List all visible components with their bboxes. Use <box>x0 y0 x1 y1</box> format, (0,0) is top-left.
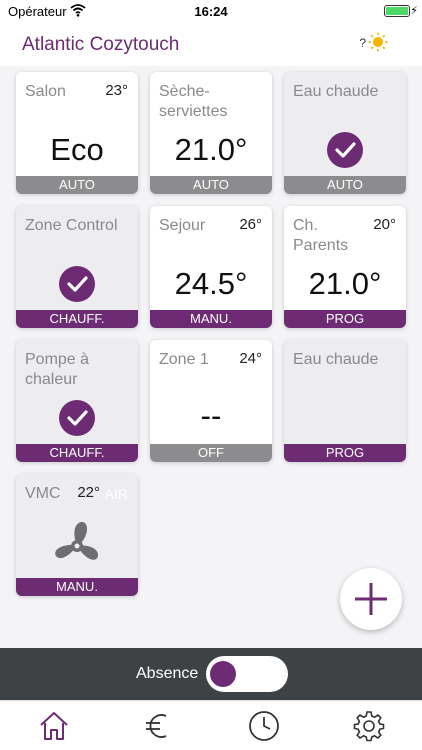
tile-mode: PROG <box>284 310 406 328</box>
tile-sejour[interactable]: Sejour 26° 24.5° MANU. <box>150 206 272 328</box>
tile-name: Pompe à chaleur <box>25 351 90 388</box>
absence-bar: Absence <box>0 648 422 700</box>
tile-name: Sejour <box>159 217 206 234</box>
tile-air-label: AIR <box>104 486 128 502</box>
app-title: Atlantic Cozytouch <box>22 34 180 55</box>
tile-name: Eau chaude <box>293 83 379 100</box>
toggle-knob <box>210 661 236 687</box>
tile-ch-parents[interactable]: Ch. Parents 20° 21.0° PROG <box>284 206 406 328</box>
charging-icon: ⚡ <box>410 5 418 17</box>
check-icon <box>59 400 95 436</box>
tile-pompe-a-chaleur[interactable]: Pompe à chaleur CHAUFF. <box>16 340 138 462</box>
tile-eau-chaude-2[interactable]: Eau chaude PROG <box>284 340 406 462</box>
tile-zone-control[interactable]: Zone Control CHAUFF. <box>16 206 138 328</box>
status-bar: Opérateur 16:24 ⚡ <box>0 0 422 22</box>
clock-icon[interactable] <box>247 709 281 743</box>
home-icon[interactable] <box>37 709 71 743</box>
tile-mode: MANU. <box>16 578 138 596</box>
tile-mode: AUTO <box>150 176 272 194</box>
tile-zone-1[interactable]: Zone 1 24° -- OFF <box>150 340 272 462</box>
tile-name: Zone 1 <box>159 351 209 368</box>
tile-name: Sèche-serviettes <box>159 83 228 120</box>
tile-setpoint: -- <box>200 398 222 433</box>
tile-mode: AUTO <box>284 176 406 194</box>
tile-temperature: 20° <box>373 216 396 233</box>
check-icon <box>59 266 95 302</box>
tile-vmc[interactable]: VMC 22° AIR MANU. <box>16 474 138 596</box>
euro-icon[interactable] <box>141 709 175 743</box>
tile-setpoint: 24.5° <box>174 266 248 301</box>
tile-mode: OFF <box>150 444 272 462</box>
tile-name: Eau chaude <box>293 351 379 368</box>
tile-mode: MANU. <box>150 310 272 328</box>
tile-mode: PROG <box>284 444 406 462</box>
tile-temperature: 22° <box>77 484 100 501</box>
tile-seche-serviettes[interactable]: Sèche-serviettes 21.0° AUTO <box>150 72 272 194</box>
gear-icon[interactable] <box>352 709 386 743</box>
add-device-button[interactable] <box>340 568 402 630</box>
tile-setpoint: Eco <box>50 132 104 167</box>
tile-mode: CHAUFF. <box>16 444 138 462</box>
tab-bar <box>0 700 422 750</box>
tile-mode: CHAUFF. <box>16 310 138 328</box>
tile-name: Ch. Parents <box>293 217 349 254</box>
absence-label: Absence <box>136 665 199 682</box>
tile-setpoint: 21.0° <box>308 266 382 301</box>
app-header: Atlantic Cozytouch ? <box>0 22 422 66</box>
tile-name: Zone Control <box>25 217 118 234</box>
help-button[interactable]: ? <box>359 36 366 50</box>
sun-icon[interactable] <box>368 32 388 52</box>
absence-toggle[interactable] <box>206 656 288 692</box>
tile-mode: AUTO <box>16 176 138 194</box>
tile-temperature: 24° <box>239 350 262 367</box>
tile-temperature: 23° <box>105 82 128 99</box>
battery-icon <box>384 5 410 17</box>
tile-setpoint: 21.0° <box>174 132 248 167</box>
tile-temperature: 26° <box>239 216 262 233</box>
check-icon <box>327 132 363 168</box>
clock-time: 16:24 <box>194 4 228 19</box>
tile-eau-chaude[interactable]: Eau chaude AUTO <box>284 72 406 194</box>
tile-name: Salon <box>25 83 66 100</box>
fan-icon <box>55 521 99 560</box>
tile-salon[interactable]: Salon 23° Eco AUTO <box>16 72 138 194</box>
